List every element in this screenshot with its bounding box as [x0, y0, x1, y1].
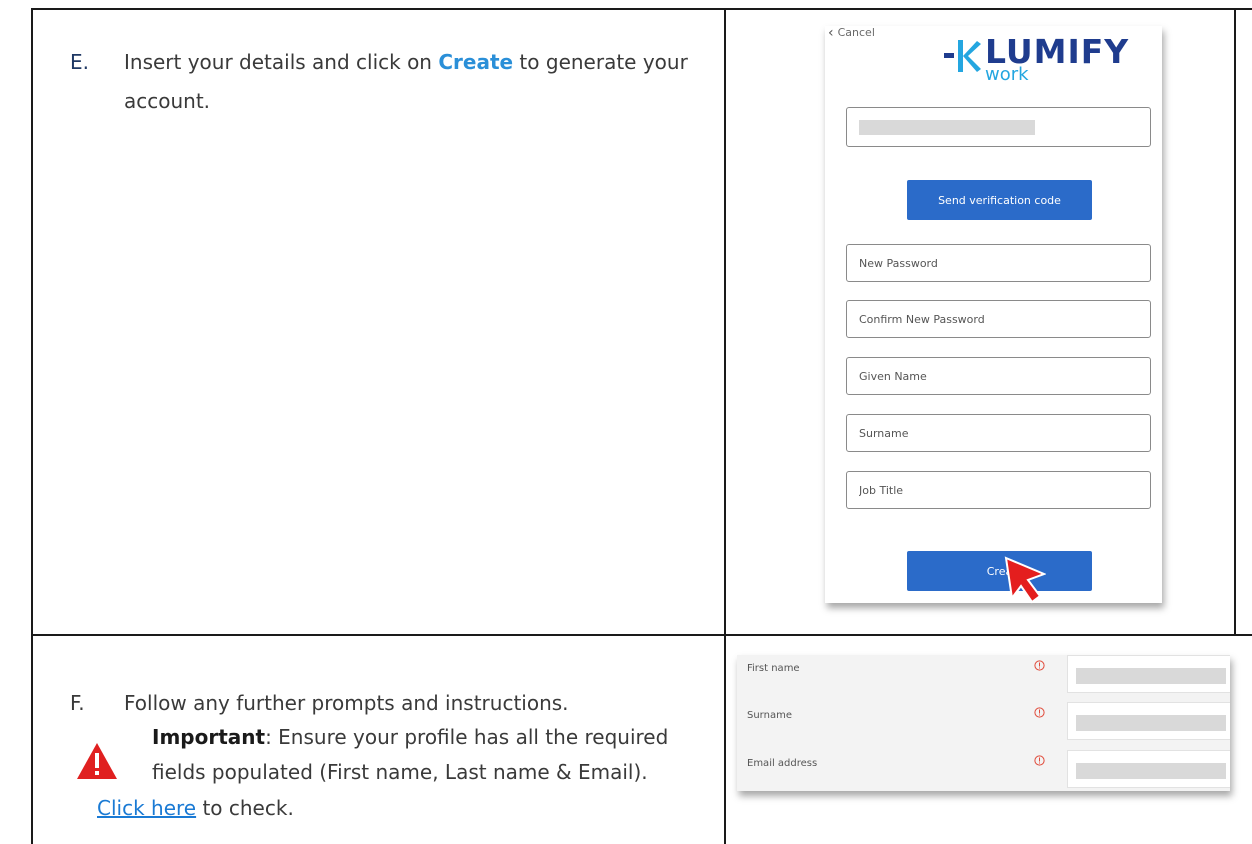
table-border-top [31, 8, 1252, 10]
email-address-label: Email address [747, 758, 818, 769]
surname-label: Surname [747, 710, 792, 721]
step-e-letter: E. [70, 50, 89, 74]
redacted-first-name [1076, 668, 1226, 684]
alert-circle-icon [1034, 660, 1045, 671]
cancel-label: Cancel [837, 26, 875, 39]
new-password-field[interactable] [846, 244, 1151, 282]
logo-sub-text: work [985, 64, 1029, 85]
click-here-link[interactable]: Click here [97, 796, 196, 820]
profile-row-first-name: First name [737, 655, 1230, 697]
cancel-link[interactable]: ‹ Cancel [828, 24, 875, 41]
new-password-input[interactable] [847, 245, 1150, 281]
chevron-left-icon: ‹ [828, 24, 834, 41]
alert-circle-icon [1034, 755, 1045, 766]
step-e-text: Insert your details and click on Create … [124, 43, 714, 121]
step-e-create-word: Create [438, 50, 514, 74]
profile-form-screenshot: First name Surname Email address [737, 655, 1230, 791]
table-border-middle [724, 8, 726, 844]
lumify-logo: LUMIFY work [943, 34, 1128, 90]
send-verification-code-button[interactable]: Send verification code [907, 180, 1092, 220]
warning-icon [77, 743, 117, 779]
redacted-email [859, 120, 1035, 135]
important-note: Important: Ensure your profile has all t… [152, 720, 712, 790]
redacted-surname [1076, 715, 1226, 731]
given-name-field[interactable] [846, 357, 1151, 395]
table-border-right [1234, 8, 1236, 635]
step-e-text-before: Insert your details and click on [124, 50, 439, 74]
surname-field[interactable] [846, 414, 1151, 452]
check-line: Click here to check. [97, 791, 294, 826]
confirm-password-field[interactable] [846, 300, 1151, 338]
job-title-input[interactable] [847, 472, 1150, 508]
step-f-letter: F. [70, 691, 85, 715]
signup-form-screenshot: ‹ Cancel LUMIFY work Send verification c… [825, 26, 1162, 603]
first-name-input[interactable] [1067, 655, 1230, 693]
profile-row-email: Email address [737, 750, 1230, 791]
mouse-cursor-icon [1004, 556, 1046, 604]
table-row-divider [31, 634, 1252, 636]
profile-row-surname: Surname [737, 702, 1230, 744]
job-title-field[interactable] [846, 471, 1151, 509]
confirm-password-input[interactable] [847, 301, 1150, 337]
surname-input-profile[interactable] [1067, 702, 1230, 740]
step-f-text: Follow any further prompts and instructi… [124, 691, 569, 715]
lumify-k-icon [944, 40, 981, 72]
check-line-suffix: to check. [196, 796, 294, 820]
first-name-label: First name [747, 663, 800, 674]
alert-circle-icon [1034, 707, 1045, 718]
surname-input[interactable] [847, 415, 1150, 451]
important-label: Important [152, 725, 266, 749]
redacted-email-address [1076, 763, 1226, 779]
given-name-input[interactable] [847, 358, 1150, 394]
table-border-left [31, 8, 33, 844]
email-field[interactable] [846, 107, 1151, 147]
email-address-input[interactable] [1067, 750, 1230, 788]
